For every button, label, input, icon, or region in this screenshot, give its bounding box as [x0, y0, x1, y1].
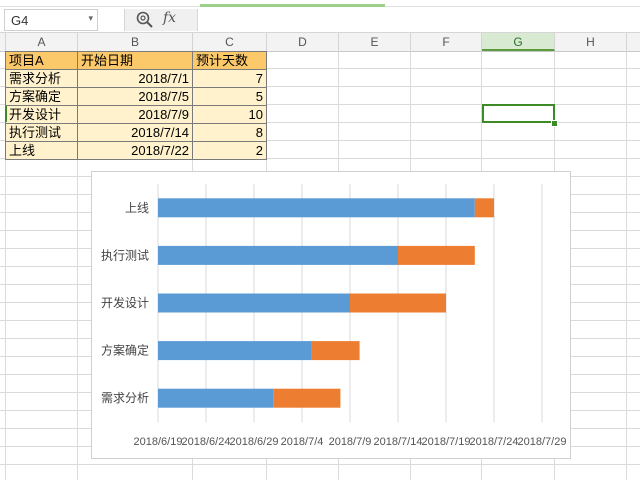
duration-bar	[350, 293, 446, 313]
x-tick-label: 2018/7/9	[329, 436, 372, 448]
table-cell-days[interactable]: 10	[193, 106, 267, 124]
start-date-bar	[158, 198, 475, 218]
column-header-b[interactable]: B	[78, 33, 193, 51]
column-header-h[interactable]: H	[555, 33, 627, 51]
formula-input[interactable]	[198, 9, 638, 31]
gantt-chart[interactable]: 2018/6/19 2018/6/24 2018/6/29 2018/7/4 2018/…	[91, 171, 571, 459]
table-cell-days[interactable]: 5	[193, 88, 267, 106]
table-cell-days[interactable]: 7	[193, 70, 267, 88]
x-tick-label: 2018/6/29	[230, 436, 279, 448]
column-header-f[interactable]: F	[411, 33, 482, 51]
table-cell-task[interactable]: 方案确定	[5, 88, 78, 106]
table-header-project[interactable]: 项目A	[5, 52, 78, 70]
gantt-chart-plot: 2018/6/19 2018/6/24 2018/6/29 2018/7/4 2018/…	[101, 184, 567, 448]
category-label: 需求分析	[101, 391, 149, 405]
x-tick-label: 2018/7/14	[374, 436, 423, 448]
category-label: 开发设计	[101, 295, 149, 310]
category-label: 方案确定	[101, 343, 149, 358]
x-tick-label: 2018/7/4	[281, 436, 324, 448]
x-tick-label: 2018/7/19	[422, 436, 471, 448]
table-cell-task[interactable]: 需求分析	[5, 70, 78, 88]
table-header-start-date[interactable]: 开始日期	[78, 52, 193, 70]
chevron-down-icon[interactable]: ▾	[88, 13, 93, 24]
column-header-bar: A B C D E F G H	[0, 33, 640, 52]
formula-bar: G4 ▾ fx	[0, 7, 640, 33]
table-header-duration[interactable]: 预计天数	[193, 52, 267, 70]
start-date-bar	[158, 341, 312, 361]
row-cursor-marker	[5, 106, 7, 122]
table-cell-start[interactable]: 2018/7/14	[78, 124, 193, 142]
x-tick-label: 2018/6/19	[134, 436, 183, 448]
table-cell-task[interactable]: 执行测试	[5, 124, 78, 142]
start-date-bar	[158, 293, 350, 313]
category-label: 执行测试	[101, 247, 149, 262]
column-header-overflow[interactable]	[627, 33, 640, 51]
start-date-bar	[158, 388, 274, 408]
formula-tools: fx	[124, 9, 198, 31]
table-cell-start[interactable]: 2018/7/5	[78, 88, 193, 106]
x-tick-label: 2018/7/29	[518, 436, 567, 448]
column-header-g[interactable]: G	[482, 33, 555, 51]
duration-bar	[273, 388, 341, 408]
x-tick-label: 2018/6/24	[182, 436, 231, 448]
table-cell-start[interactable]: 2018/7/1	[78, 70, 193, 88]
table-cell-start[interactable]: 2018/7/9	[78, 106, 193, 124]
x-tick-label: 2018/7/24	[470, 436, 519, 448]
table-cell-days[interactable]: 2	[193, 142, 267, 160]
table-cell-task[interactable]: 开发设计	[5, 106, 78, 124]
fill-handle[interactable]	[551, 120, 558, 127]
selected-cell-g4[interactable]	[482, 104, 555, 123]
column-header-d[interactable]: D	[267, 33, 339, 51]
name-box[interactable]: G4 ▾	[4, 9, 98, 31]
column-header-e[interactable]: E	[339, 33, 411, 51]
start-date-bar	[158, 245, 398, 265]
function-icon[interactable]: fx	[163, 10, 176, 26]
table-cell-start[interactable]: 2018/7/22	[78, 142, 193, 160]
category-label: 上线	[125, 201, 149, 215]
duration-bar	[311, 341, 360, 361]
column-header-a[interactable]: A	[6, 33, 78, 51]
table-cell-days[interactable]: 8	[193, 124, 267, 142]
duration-bar	[398, 245, 475, 265]
duration-bar	[474, 198, 494, 218]
zoom-icon[interactable]	[135, 10, 155, 30]
column-header-c[interactable]: C	[193, 33, 267, 51]
name-box-value: G4	[11, 13, 29, 28]
table-cell-task[interactable]: 上线	[5, 142, 78, 160]
